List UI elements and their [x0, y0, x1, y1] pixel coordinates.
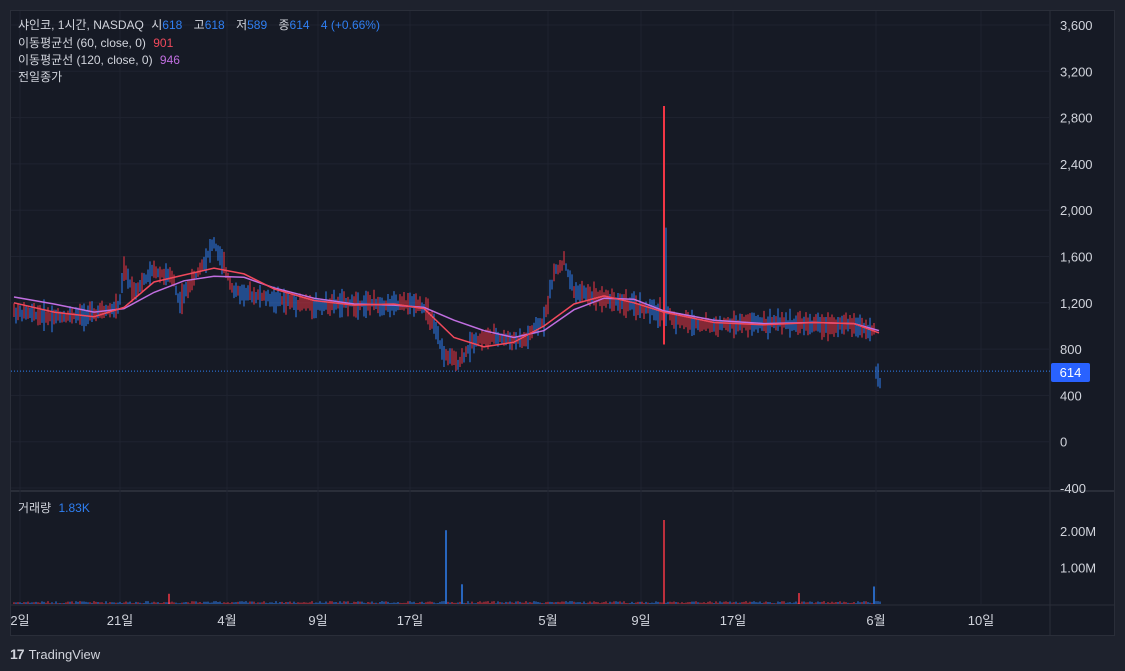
- time-tick-label: 17일: [720, 613, 746, 628]
- price-tick-label: 1,200: [1060, 296, 1093, 311]
- volume-legend[interactable]: 거래량 1.83K: [18, 500, 94, 517]
- time-tick-label: 4월: [217, 613, 236, 628]
- price-tick-label: 2,400: [1060, 157, 1093, 172]
- time-tick-label: 9일: [308, 613, 327, 628]
- ma120-label: 이동평균선 (120, close, 0): [18, 53, 153, 67]
- time-tick-label: 10일: [968, 613, 994, 628]
- low-value: 589: [247, 18, 268, 32]
- tradingview-logo: 17: [10, 646, 25, 662]
- price-tick-label: 1,600: [1060, 250, 1093, 265]
- change-value: 4 (+0.66%): [320, 18, 380, 32]
- ma60-value: 901: [153, 36, 174, 50]
- symbol-legend: 샤인코, 1시간, NASDAQ 시618 고618 저589 종614 4 (…: [18, 17, 384, 34]
- tradingview-brand[interactable]: 17 TradingView: [10, 646, 100, 662]
- price-tick-label: 400: [1060, 388, 1082, 403]
- volume-label: 거래량: [18, 501, 52, 515]
- prev-close-label: 전일종가: [18, 70, 63, 84]
- ma60-label: 이동평균선 (60, close, 0): [18, 36, 146, 50]
- price-axis: 3,600 3,200 2,800 2,400 2,000 1,600 1,200 800 40…: [1060, 18, 1093, 496]
- price-tick-label: 2,800: [1060, 111, 1093, 126]
- volume-axis: 2.00M 1.00M: [1060, 524, 1096, 576]
- volume-tick-label: 1.00M: [1060, 560, 1096, 575]
- time-tick-label: 6월: [866, 613, 885, 628]
- time-tick-label: 9일: [631, 613, 650, 628]
- time-tick-label: 5월: [538, 613, 557, 628]
- open-value: 618: [162, 18, 183, 32]
- close-label: 종: [278, 18, 290, 32]
- ma120-line: [13, 275, 880, 339]
- ma60-legend[interactable]: 이동평균선 (60, close, 0) 901: [18, 35, 177, 52]
- volume-bars: [13, 520, 881, 604]
- high-label: 고: [193, 18, 205, 32]
- last-price-tag: 614: [1051, 363, 1090, 382]
- high-value: 618: [204, 18, 225, 32]
- price-tick-label: -400: [1060, 481, 1086, 496]
- tradingview-name: TradingView: [28, 646, 101, 662]
- prev-close-legend[interactable]: 전일종가: [18, 69, 66, 86]
- symbol-name: 샤인코, 1시간, NASDAQ: [18, 18, 144, 32]
- price-tick-label: 800: [1060, 342, 1082, 357]
- volume-value: 1.83K: [58, 501, 90, 515]
- time-tick-label: 17일: [397, 613, 423, 628]
- low-label: 저: [236, 18, 248, 32]
- candles: [13, 106, 881, 389]
- price-tick-label: 3,600: [1060, 18, 1093, 33]
- ma120-legend[interactable]: 이동평균선 (120, close, 0) 946: [18, 52, 184, 69]
- chart-canvas[interactable]: 3,600 3,200 2,800 2,400 2,000 1,600 1,200 800 40…: [0, 0, 1125, 671]
- price-tick-label: 3,200: [1060, 64, 1093, 79]
- price-tick-label: 0: [1060, 435, 1067, 450]
- time-tick-label: 21일: [107, 613, 133, 628]
- volume-tick-label: 2.00M: [1060, 524, 1096, 539]
- grid: [11, 11, 1114, 635]
- time-tick-label: 2일: [10, 613, 29, 628]
- open-label: 시: [151, 18, 163, 32]
- ma120-value: 946: [159, 53, 180, 67]
- price-tick-label: 2,000: [1060, 203, 1093, 218]
- time-axis: 2일 21일 4월 9일 17일 5월 9일 17일 6월 10일: [10, 613, 994, 628]
- close-value: 614: [289, 18, 310, 32]
